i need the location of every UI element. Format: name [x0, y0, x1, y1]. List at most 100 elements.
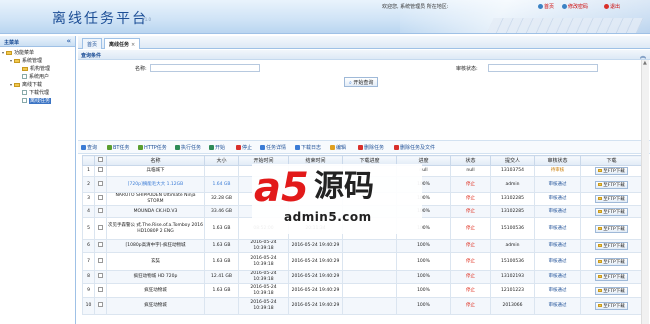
ftp-download-button[interactable]: 至FTP下载: [595, 242, 628, 250]
home-link[interactable]: 首页: [538, 3, 554, 10]
row-checkbox[interactable]: [98, 302, 103, 307]
tab-offline-tasks[interactable]: 离线任务 ×: [104, 38, 141, 49]
ftp-download-button[interactable]: 至FTP下载: [595, 207, 628, 216]
row-checkbox-cell[interactable]: [94, 270, 107, 284]
ftp-download-button[interactable]: 至FTP下载: [595, 195, 628, 203]
review-status-select[interactable]: [488, 64, 598, 72]
folder-icon: [598, 197, 603, 200]
change-password-link[interactable]: 修改密码: [562, 3, 588, 10]
toolbar-label: 查询: [87, 145, 98, 151]
select-all-checkbox[interactable]: [98, 157, 103, 162]
ftp-download-button[interactable]: 至FTP下载: [595, 286, 628, 295]
ftp-download-button[interactable]: 至FTP下载: [595, 167, 628, 175]
row-checkbox[interactable]: [98, 273, 103, 278]
toolbar-stop-button[interactable]: 停止: [236, 144, 252, 151]
table-row[interactable]: 7 玄奘 1.63 GB 2016-05-24 10:39:18 2016-05-24 …: [82, 252, 643, 271]
toolbar-edit-button[interactable]: 编辑: [330, 144, 346, 151]
column-header-review-status[interactable]: 审核状态: [534, 155, 581, 166]
ftp-download-button[interactable]: 至FTP下载: [595, 224, 628, 233]
toolbar-delete-task-button[interactable]: 删除任务: [358, 144, 384, 151]
column-header-size[interactable]: 大小: [204, 155, 239, 166]
ftp-download-button[interactable]: 至FTP下载: [595, 273, 628, 281]
logout-link[interactable]: 退出: [604, 3, 620, 10]
task-status: null: [450, 165, 491, 177]
tab-home[interactable]: 首页: [82, 38, 103, 49]
toolbar-label: 编辑: [336, 145, 347, 151]
name-input[interactable]: [150, 64, 260, 72]
row-checkbox-cell[interactable]: [94, 176, 107, 193]
row-checkbox-cell[interactable]: [94, 217, 107, 240]
folder-icon: [598, 304, 603, 307]
table-row[interactable]: 9 疯狂动物城 1.63 GB 2016-05-24 10:39:18 2016-05-…: [82, 283, 643, 298]
table-row[interactable]: 8 疯狂动物城 HD 720p 12.41 GB 2016-05-24 10:39:1…: [82, 270, 643, 284]
toolbar-label: 删除任务及文件: [400, 145, 436, 151]
tab-bar: 首页 离线任务 ×: [78, 36, 650, 49]
row-checkbox[interactable]: [98, 257, 103, 263]
task-end-time: 2016-05-24 19:40:29: [288, 252, 343, 271]
tree-node-offline-download[interactable]: ▾ 离线下载: [0, 81, 75, 89]
row-checkbox-cell[interactable]: [94, 239, 107, 253]
ftp-download-button[interactable]: 至FTP下载: [595, 180, 628, 189]
toolbar-bt-task-button[interactable]: BT任务: [107, 144, 130, 151]
close-tab-icon[interactable]: ×: [131, 42, 135, 48]
ftp-download-button[interactable]: 至FTP下载: [595, 302, 628, 310]
toolbar-query-button[interactable]: 查询: [81, 144, 97, 151]
row-checkbox-cell[interactable]: [94, 297, 107, 315]
toolbar-execute-button[interactable]: 执行任务: [175, 144, 201, 151]
scroll-up-icon[interactable]: ▲: [643, 60, 647, 66]
folder-icon: [14, 83, 20, 87]
row-checkbox[interactable]: [98, 207, 103, 213]
tree-node-label: 系统用户: [29, 74, 50, 80]
column-header-submitter[interactable]: 提交人: [490, 155, 535, 166]
tree-node-system-users[interactable]: 系统用户: [0, 73, 75, 81]
tree-node-label: 功能菜单: [14, 50, 35, 56]
ftp-download-button[interactable]: 至FTP下载: [595, 257, 628, 266]
row-checkbox-cell[interactable]: [94, 252, 107, 271]
row-index: 10: [82, 297, 95, 315]
row-checkbox[interactable]: [98, 286, 103, 292]
row-checkbox-cell[interactable]: [94, 192, 107, 206]
vertical-scrollbar[interactable]: ▲: [641, 60, 649, 324]
toolbar-start-button[interactable]: 开始: [209, 144, 225, 151]
start-query-button[interactable]: ⌕ 开始查询: [344, 77, 379, 87]
task-start-time: 2016-05-24 10:39:18: [238, 252, 289, 271]
delete-icon: [394, 145, 399, 150]
toolbar-label: HTTP任务: [144, 145, 167, 151]
toolbar-task-detail-button[interactable]: 任务详情: [260, 144, 286, 151]
tree-node-offline-tasks[interactable]: 离线任务: [0, 97, 75, 105]
edit-icon: [330, 145, 335, 150]
column-header-name[interactable]: 名称: [106, 155, 205, 166]
column-header-status[interactable]: 状态: [450, 155, 491, 166]
row-checkbox-cell[interactable]: [94, 205, 107, 218]
folder-icon: [598, 275, 603, 278]
task-status: 停止: [450, 192, 491, 206]
collapse-query-icon[interactable]: ︽: [640, 51, 646, 60]
task-submitter: admin: [490, 176, 535, 193]
download-cell: 至FTP下载: [580, 239, 643, 253]
ftp-download-label: 至FTP下载: [603, 226, 625, 232]
row-checkbox[interactable]: [98, 242, 103, 247]
task-review-status: 审核通过: [534, 205, 581, 218]
row-checkbox[interactable]: [98, 224, 103, 230]
collapse-sidebar-icon[interactable]: «: [66, 37, 71, 45]
row-checkbox-cell[interactable]: [94, 283, 107, 298]
toolbar-download-log-button[interactable]: 下载日志: [295, 144, 321, 151]
row-checkbox[interactable]: [98, 167, 103, 172]
row-checkbox[interactable]: [98, 180, 103, 186]
search-icon: ⌕: [349, 80, 352, 86]
tree-node-download-proxy[interactable]: 下载代理: [0, 89, 75, 97]
row-checkbox[interactable]: [98, 195, 103, 200]
tree-node-system-admin[interactable]: ▾ 系统管理: [0, 57, 75, 65]
row-index: 3: [82, 192, 95, 206]
download-cell: 至FTP下载: [580, 192, 643, 206]
column-header-select[interactable]: [94, 155, 107, 166]
toolbar-http-task-button[interactable]: HTTP任务: [138, 144, 167, 151]
tree-node-org-admin[interactable]: 机构管理: [0, 65, 75, 73]
table-row[interactable]: 6 [1080p高清中字]-疯狂动物城 1.63 GB 2016-05-24 10:3…: [82, 239, 643, 253]
task-status: 停止: [450, 239, 491, 253]
table-row[interactable]: 10 疯狂动物城 2016-05-24 10:39:18 2016-05-24 19:…: [82, 297, 643, 315]
tree-node-function-menu[interactable]: ▾ 功能菜单: [0, 49, 75, 57]
ftp-download-label: 至FTP下载: [603, 209, 625, 215]
row-checkbox-cell[interactable]: [94, 165, 107, 177]
toolbar-delete-task-files-button[interactable]: 删除任务及文件: [394, 144, 435, 151]
